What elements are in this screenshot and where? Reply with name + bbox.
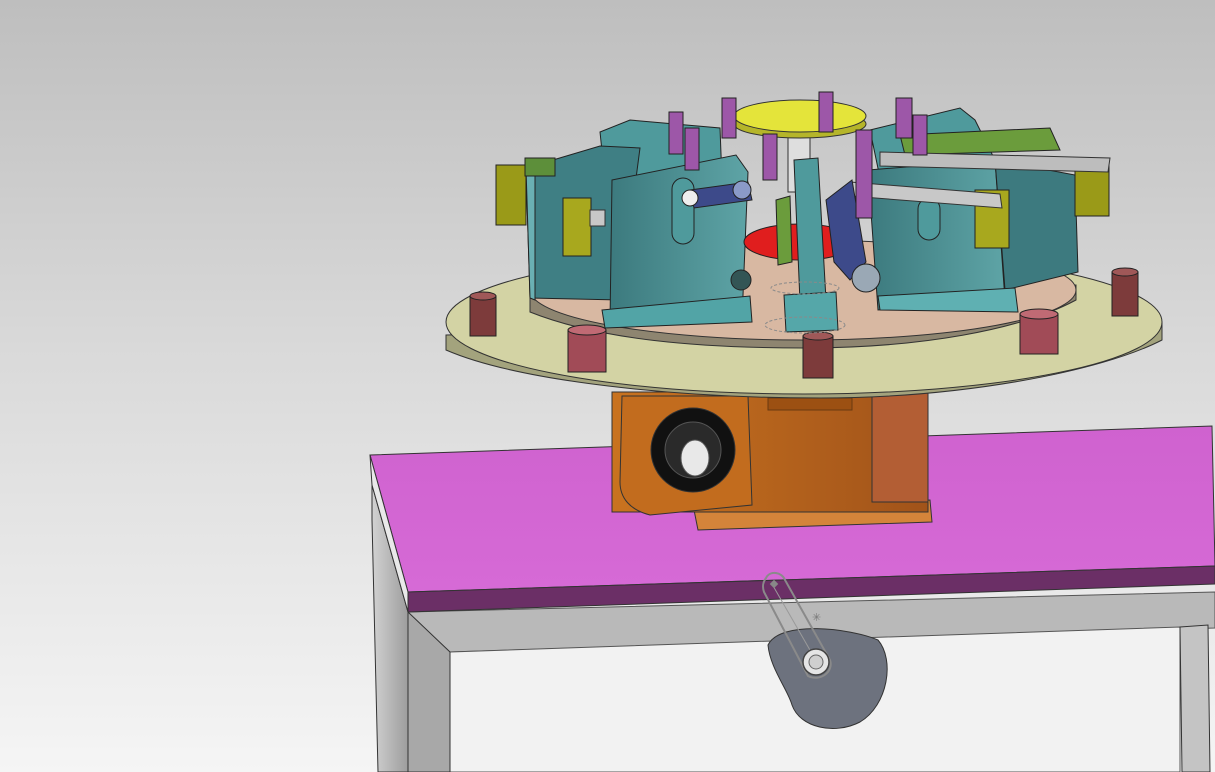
pin-icon (681, 189, 699, 207)
axis-marker-icon: ✳ (812, 611, 821, 624)
roller-hub-icon (808, 654, 824, 670)
guide-post[interactable] (818, 91, 834, 133)
guide-post[interactable] (762, 133, 778, 181)
adjust-slot (671, 177, 695, 245)
gearbox-nameplate (767, 397, 853, 411)
guide-post[interactable] (668, 111, 684, 155)
center-cap[interactable] (733, 99, 867, 133)
cad-viewport[interactable]: ✳ (0, 0, 1215, 772)
stop-block[interactable] (1111, 267, 1139, 317)
stop-block[interactable] (1019, 308, 1059, 355)
bolt-icon (730, 269, 752, 291)
linear-rail-left[interactable] (589, 209, 606, 227)
center-bracket[interactable] (793, 157, 827, 303)
guide-post[interactable] (912, 114, 928, 156)
stop-block[interactable] (469, 291, 497, 337)
center-green-plate (775, 195, 793, 266)
guide-post[interactable] (855, 129, 873, 219)
pivot-icon (732, 180, 752, 200)
stop-block[interactable] (567, 324, 607, 373)
table-leg-right (1179, 624, 1211, 772)
center-roller[interactable] (851, 263, 881, 293)
center-foot (783, 291, 839, 333)
guide-post[interactable] (684, 127, 700, 171)
clamp-left[interactable] (495, 164, 527, 226)
assembly-3d-model[interactable]: ✳ (0, 0, 1215, 772)
bracket-green (524, 157, 556, 177)
clamp-left-inner[interactable] (562, 197, 592, 257)
input-shaft[interactable] (680, 439, 710, 477)
guide-post[interactable] (721, 97, 737, 139)
indexing-gearbox[interactable] (611, 391, 933, 531)
stop-block[interactable] (802, 331, 834, 379)
gearbox-side (871, 391, 929, 503)
guide-post[interactable] (895, 97, 913, 139)
adjust-slot-right (917, 197, 941, 241)
